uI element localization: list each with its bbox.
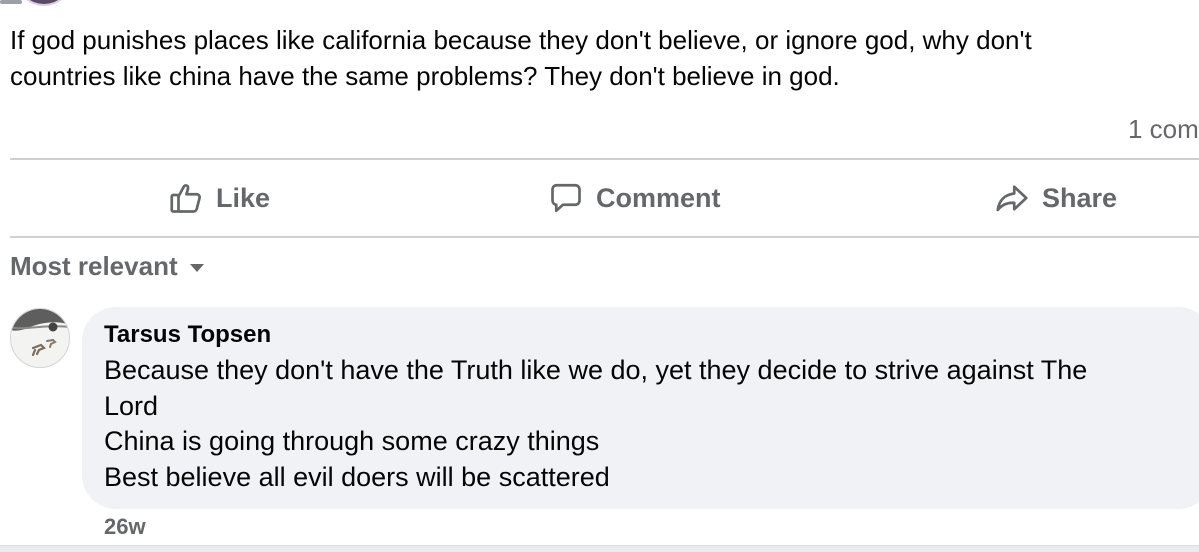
comment-timestamp[interactable]: 26w bbox=[104, 514, 146, 540]
bottom-divider bbox=[0, 545, 1199, 552]
cropped-header-line bbox=[0, 0, 22, 4]
facebook-post: If god punishes places like california b… bbox=[0, 0, 1199, 552]
thumbs-up-icon bbox=[168, 180, 204, 216]
speech-bubble-icon bbox=[548, 180, 584, 216]
post-body: If god punishes places like california b… bbox=[10, 22, 1190, 94]
comment-text-line: Because they don't have the Truth like w… bbox=[104, 355, 1088, 385]
comment-text-line: Lord bbox=[104, 390, 159, 421]
action-bar: Like Comment Share bbox=[10, 160, 1199, 236]
cropped-poster-avatar[interactable] bbox=[18, 0, 70, 6]
divider bbox=[10, 236, 1199, 238]
avatar[interactable] bbox=[10, 308, 70, 368]
post-text-line: countries like china have the same probl… bbox=[10, 61, 840, 91]
comment-text: Because they don't have the Truth like w… bbox=[104, 353, 1194, 495]
comment-text-line: China is going through some crazy things bbox=[104, 426, 600, 456]
comment-author-name[interactable]: Tarsus Topsen bbox=[104, 320, 271, 350]
share-button[interactable]: Share bbox=[994, 160, 1117, 236]
sort-label: Most relevant bbox=[10, 250, 178, 281]
comment-sort-dropdown[interactable]: Most relevant bbox=[10, 248, 204, 284]
like-label: Like bbox=[216, 182, 271, 213]
share-arrow-icon bbox=[994, 180, 1030, 216]
like-button[interactable]: Like bbox=[168, 160, 270, 236]
comment-text-line: Best believe all evil doers will be scat… bbox=[104, 461, 610, 492]
comment-count-link[interactable]: 1 com bbox=[1128, 112, 1199, 146]
caret-down-icon bbox=[189, 264, 204, 272]
comment-button[interactable]: Comment bbox=[548, 160, 721, 236]
comment-label: Comment bbox=[596, 182, 721, 213]
share-label: Share bbox=[1042, 182, 1118, 213]
post-text-line: If god punishes places like california b… bbox=[10, 25, 1032, 55]
